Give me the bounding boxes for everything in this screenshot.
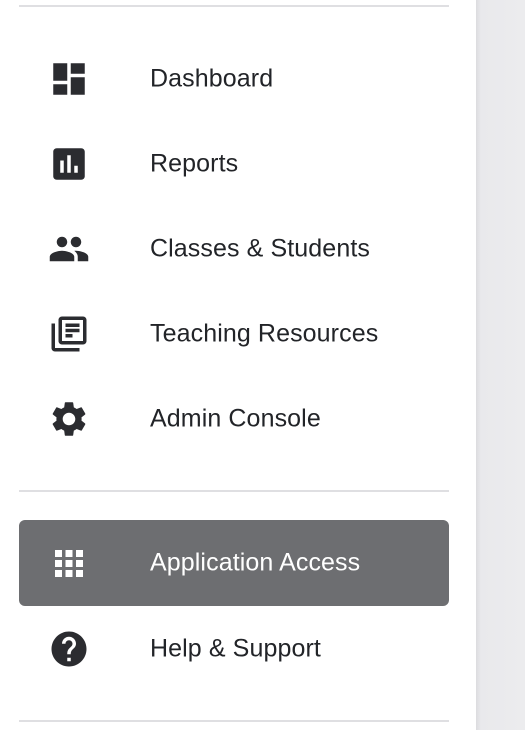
middle-divider bbox=[19, 490, 449, 492]
nav-item-admin-console[interactable]: Admin Console bbox=[19, 376, 449, 462]
help-circle-icon bbox=[48, 628, 90, 670]
main-content-area bbox=[476, 0, 525, 730]
people-icon bbox=[48, 228, 90, 270]
nav-label-reports: Reports bbox=[150, 149, 239, 178]
nav-label-classes-students: Classes & Students bbox=[150, 234, 370, 263]
nav-label-help-support: Help & Support bbox=[150, 634, 321, 663]
nav-item-help-support[interactable]: Help & Support bbox=[19, 606, 449, 692]
nav-item-reports[interactable]: Reports bbox=[19, 121, 449, 207]
nav-item-dashboard[interactable]: Dashboard bbox=[19, 36, 449, 122]
navigation-sidebar: Dashboard Reports Classes & Students Tea… bbox=[0, 0, 476, 730]
bar-chart-icon bbox=[48, 143, 90, 185]
nav-label-application-access: Application Access bbox=[150, 548, 361, 577]
gear-icon bbox=[48, 398, 90, 440]
nav-label-teaching-resources: Teaching Resources bbox=[150, 319, 379, 348]
dashboard-icon bbox=[48, 58, 90, 100]
nav-label-dashboard: Dashboard bbox=[150, 64, 274, 93]
nav-item-classes-students[interactable]: Classes & Students bbox=[19, 206, 449, 292]
apps-grid-icon bbox=[48, 542, 90, 584]
nav-item-application-access[interactable]: Application Access bbox=[19, 520, 449, 606]
bottom-divider bbox=[19, 720, 449, 722]
library-books-icon bbox=[48, 313, 90, 355]
nav-item-teaching-resources[interactable]: Teaching Resources bbox=[19, 291, 449, 377]
nav-label-admin-console: Admin Console bbox=[150, 404, 321, 433]
top-divider bbox=[19, 5, 449, 7]
